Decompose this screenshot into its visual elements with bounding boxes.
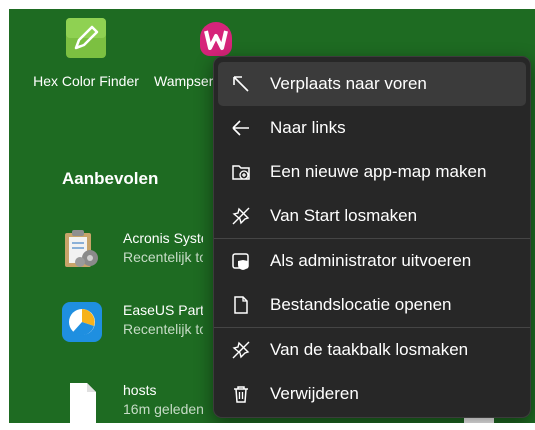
unpin-icon	[230, 339, 252, 361]
menu-item-label: Van de taakbalk losmaken	[270, 340, 469, 359]
menu-item-open-file-location[interactable]: Bestandslocatie openen	[218, 283, 526, 327]
menu-item-uninstall[interactable]: Verwijderen	[218, 372, 526, 416]
new-folder-icon	[230, 161, 252, 183]
arrow-left-icon	[230, 117, 252, 139]
recommended-heading: Aanbevolen	[62, 169, 159, 188]
easeus-icon	[59, 299, 105, 345]
menu-item-move-to-front[interactable]: Verplaats naar voren	[218, 62, 526, 106]
menu-item-label: Naar links	[270, 118, 346, 137]
recommended-item-subtitle: 16m geleden	[123, 401, 203, 417]
pinned-app-wampserver[interactable]: Wampserver	[154, 16, 232, 89]
unpin-icon	[230, 205, 252, 227]
menu-item-label: Verwijderen	[270, 384, 359, 403]
menu-item-label: Bestandslocatie openen	[270, 295, 452, 314]
shield-window-icon	[230, 250, 252, 272]
menu-item-label: Als administrator uitvoeren	[270, 251, 472, 270]
arrow-up-left-icon	[230, 73, 252, 95]
trash-icon	[230, 383, 252, 405]
menu-item-label: Van Start losmaken	[270, 206, 418, 225]
context-menu: Verplaats naar voren Naar links Een nieu…	[213, 56, 531, 418]
recommended-item-name: Acronis System Report	[123, 230, 203, 246]
menu-item-label: Verplaats naar voren	[270, 74, 427, 93]
file-icon	[59, 379, 105, 423]
menu-item-new-app-folder[interactable]: Een nieuwe app-map maken	[218, 150, 526, 194]
recommended-item-subtitle: Recentelijk toegevoegd	[123, 249, 203, 265]
hex-color-finder-icon	[64, 16, 108, 60]
pinned-app-label: Hex Color Finder	[33, 73, 139, 89]
menu-item-move-left[interactable]: Naar links	[218, 106, 526, 150]
recommended-item-name: hosts	[123, 382, 157, 398]
start-menu: Hex Color Finder Wampserver Aanbevolen	[9, 9, 535, 423]
wampserver-icon	[194, 16, 238, 60]
recommended-item-subtitle: Recentelijk toegevoegd	[123, 321, 203, 337]
pinned-app-label: Wampserver	[154, 73, 220, 89]
open-file-location-icon	[230, 294, 252, 316]
pinned-app-hex-color-finder[interactable]: Hex Color Finder	[16, 16, 156, 89]
menu-item-unpin-start[interactable]: Van Start losmaken	[218, 194, 526, 238]
menu-item-run-as-admin[interactable]: Als administrator uitvoeren	[218, 239, 526, 283]
menu-item-unpin-taskbar[interactable]: Van de taakbalk losmaken	[218, 328, 526, 372]
recommended-item-name: EaseUS Partition Master	[123, 302, 203, 318]
acronis-clipboard-icon	[59, 227, 105, 273]
menu-item-label: Een nieuwe app-map maken	[270, 162, 487, 181]
